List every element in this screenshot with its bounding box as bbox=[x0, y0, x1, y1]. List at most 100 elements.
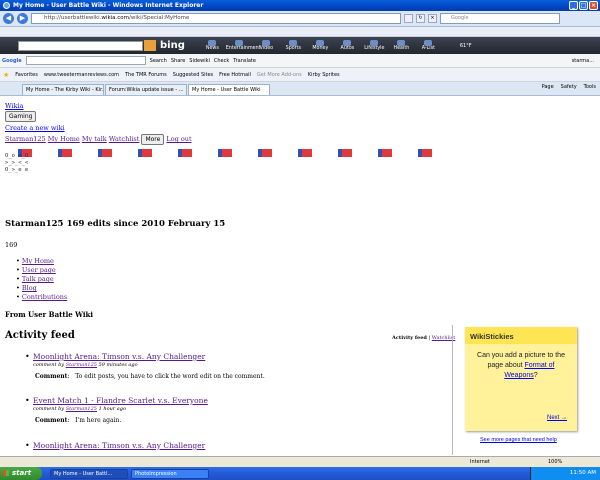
feed-bullet: • bbox=[25, 441, 30, 450]
fav-item[interactable]: Get More Add-ons bbox=[257, 72, 302, 78]
bing-sports[interactable]: Sports bbox=[280, 40, 307, 51]
window-controls: _ □ × bbox=[569, 1, 598, 10]
edit-count: 169 edits since 2010 February 15 bbox=[66, 219, 226, 229]
refresh-icon[interactable]: ↻ bbox=[416, 14, 425, 23]
feed-item-comment: To edit posts, you have to click the wor… bbox=[75, 373, 265, 380]
minimize-button[interactable]: _ bbox=[569, 1, 578, 10]
menu-contributions[interactable]: Contributions bbox=[22, 293, 67, 301]
favorites-button[interactable]: Favorites bbox=[15, 72, 38, 78]
emoticon-text: O_o o_O >_>_<_< O_>_e e bbox=[5, 153, 29, 173]
tab-bar: My Home - The Kirby Wiki - Kir... Forum:… bbox=[0, 82, 600, 96]
wikistickies-next-link[interactable]: Next → bbox=[547, 415, 567, 421]
status-toolbar-strip bbox=[0, 27, 600, 37]
compatibility-icon[interactable] bbox=[404, 14, 413, 23]
bing-alist[interactable]: A-List bbox=[415, 40, 442, 51]
forward-button[interactable]: ▶ bbox=[17, 13, 28, 24]
google-search-input[interactable] bbox=[25, 56, 146, 65]
bing-health[interactable]: Health bbox=[388, 40, 415, 51]
feed-bullet: • bbox=[25, 352, 30, 361]
address-toolbar: ◀ ▶ http://userbattlewiki.wikia.com/wiki… bbox=[0, 11, 600, 27]
feed-item: Event Match 1 - Flandre Scarlet v.s. Eve… bbox=[33, 396, 208, 424]
bing-search-input[interactable] bbox=[18, 40, 143, 51]
wikistickies-body: Can you add a picture to the page about … bbox=[477, 352, 565, 379]
address-path: /wiki/Special:MyHome bbox=[129, 15, 190, 21]
feed-item-time: 1 hour ago bbox=[98, 406, 126, 412]
bing-entertainment[interactable]: Entertainment bbox=[226, 40, 261, 51]
bing-lifestyle[interactable]: Lifestyle bbox=[361, 40, 388, 51]
wikia-link[interactable]: Wikia bbox=[5, 102, 24, 110]
feed-item-user[interactable]: Starman125 bbox=[66, 406, 97, 412]
safety-menu[interactable]: Safety bbox=[561, 84, 577, 90]
feed-tab-activity[interactable]: Activity feed bbox=[392, 335, 427, 341]
activity-feed-title: Activity feed bbox=[5, 330, 75, 341]
tab-forum[interactable]: Forum:Wikia update issue - ... bbox=[105, 84, 187, 95]
tools-menu[interactable]: Tools bbox=[584, 84, 596, 90]
bing-news[interactable]: News bbox=[199, 40, 226, 51]
feed-item-user[interactable]: Starman125 bbox=[66, 362, 97, 368]
fav-item[interactable]: Free Hotmail bbox=[219, 72, 251, 78]
maximize-button[interactable]: □ bbox=[579, 1, 588, 10]
zoom-level[interactable]: 100% bbox=[548, 459, 562, 465]
task-ie[interactable]: My Home - User Battl... bbox=[50, 468, 128, 479]
feed-item-comment: I'm here again. bbox=[75, 417, 122, 424]
feed-item: Moonlight Arena: Timson v.s. Any Challen… bbox=[33, 441, 205, 450]
google-search-button[interactable]: Search bbox=[150, 58, 167, 64]
gaming-button[interactable]: Gaming bbox=[5, 111, 37, 122]
logout-link[interactable]: Log out bbox=[166, 135, 191, 143]
bing-logo: bing bbox=[160, 40, 185, 51]
address-field[interactable]: http://userbattlewiki.wikia.com/wiki/Spe… bbox=[31, 13, 401, 24]
menu-user-page[interactable]: User page bbox=[22, 266, 56, 274]
google-label: Google bbox=[2, 57, 22, 64]
my-talk-link[interactable]: My talk bbox=[82, 135, 107, 143]
page-menu[interactable]: Page bbox=[542, 84, 554, 90]
watchlist-link[interactable]: Watchlist bbox=[109, 135, 140, 143]
close-button[interactable]: × bbox=[589, 1, 598, 10]
feed-tabs: Activity feed | Watchlist bbox=[392, 335, 456, 341]
google-toolbar: Google Search Share Sidewiki Check Trans… bbox=[0, 54, 600, 68]
menu-talk-page[interactable]: Talk page bbox=[22, 275, 54, 283]
create-wiki-link[interactable]: Create a new wiki bbox=[5, 124, 65, 132]
bing-toolbar: bing News Entertainment Video Sports Mon… bbox=[0, 37, 600, 54]
wikistickies-panel: WikiStickies Can you add a picture to th… bbox=[465, 327, 577, 431]
address-domain: wikia.com bbox=[101, 15, 130, 21]
fav-item[interactable]: Kirby Sprites bbox=[308, 72, 340, 78]
google-user[interactable]: starma... bbox=[572, 58, 594, 64]
user-heading: Starman125 169 edits since 2010 February… bbox=[5, 219, 225, 229]
search-input[interactable]: Google bbox=[440, 13, 560, 24]
bing-money[interactable]: Money bbox=[307, 40, 334, 51]
feed-item-title[interactable]: Moonlight Arena: Timson v.s. Any Challen… bbox=[33, 352, 205, 361]
task-photoimpression[interactable]: PhotoImpression bbox=[131, 468, 209, 479]
tab-my-home[interactable]: My Home - User Battle Wiki bbox=[188, 84, 270, 95]
bing-search-button[interactable] bbox=[144, 40, 156, 51]
bing-video[interactable]: Video bbox=[253, 40, 280, 51]
menu-blog[interactable]: Blog bbox=[22, 284, 37, 292]
google-sidewiki-button[interactable]: Sidewiki bbox=[189, 58, 210, 64]
from-heading: From User Battle Wiki bbox=[5, 310, 94, 319]
system-tray: 11:50 AM bbox=[530, 467, 600, 480]
google-share-button[interactable]: Share bbox=[171, 58, 185, 64]
feed-item: Moonlight Arena: Timson v.s. Any Challen… bbox=[33, 352, 265, 380]
clock: 11:50 AM bbox=[569, 470, 596, 476]
feed-item-title[interactable]: Event Match 1 - Flandre Scarlet v.s. Eve… bbox=[33, 396, 208, 405]
fav-item[interactable]: Suggested Sites bbox=[173, 72, 213, 78]
fav-item[interactable]: The TMR Forums bbox=[125, 72, 167, 78]
my-home-link[interactable]: My Home bbox=[48, 135, 80, 143]
column-divider bbox=[452, 325, 453, 455]
feed-item-title[interactable]: Moonlight Arena: Timson v.s. Any Challen… bbox=[33, 441, 205, 450]
tab-kirby-wiki[interactable]: My Home - The Kirby Wiki - Kir... bbox=[22, 84, 104, 95]
user-link[interactable]: Starman125 bbox=[5, 135, 46, 143]
see-more-pages-link[interactable]: See more pages that need help bbox=[480, 437, 557, 443]
google-translate-button[interactable]: Translate bbox=[233, 58, 256, 64]
bing-autos[interactable]: Autos bbox=[334, 40, 361, 51]
menu-my-home[interactable]: My Home bbox=[22, 257, 54, 265]
wikistickies-title: WikiStickies bbox=[465, 327, 577, 344]
weather-temp[interactable]: 61°F bbox=[460, 43, 472, 49]
fav-item[interactable]: www.tweetermanreviews.com bbox=[44, 72, 119, 78]
window-title: My Home - User Battle Wiki - Windows Int… bbox=[13, 2, 204, 9]
stop-icon[interactable]: × bbox=[428, 14, 437, 23]
back-button[interactable]: ◀ bbox=[3, 13, 14, 24]
more-button[interactable]: More bbox=[141, 134, 165, 145]
taskbar: start My Home - User Battl... PhotoImpre… bbox=[0, 467, 600, 480]
google-check-button[interactable]: Check bbox=[214, 58, 229, 64]
start-button[interactable]: start bbox=[0, 467, 42, 480]
